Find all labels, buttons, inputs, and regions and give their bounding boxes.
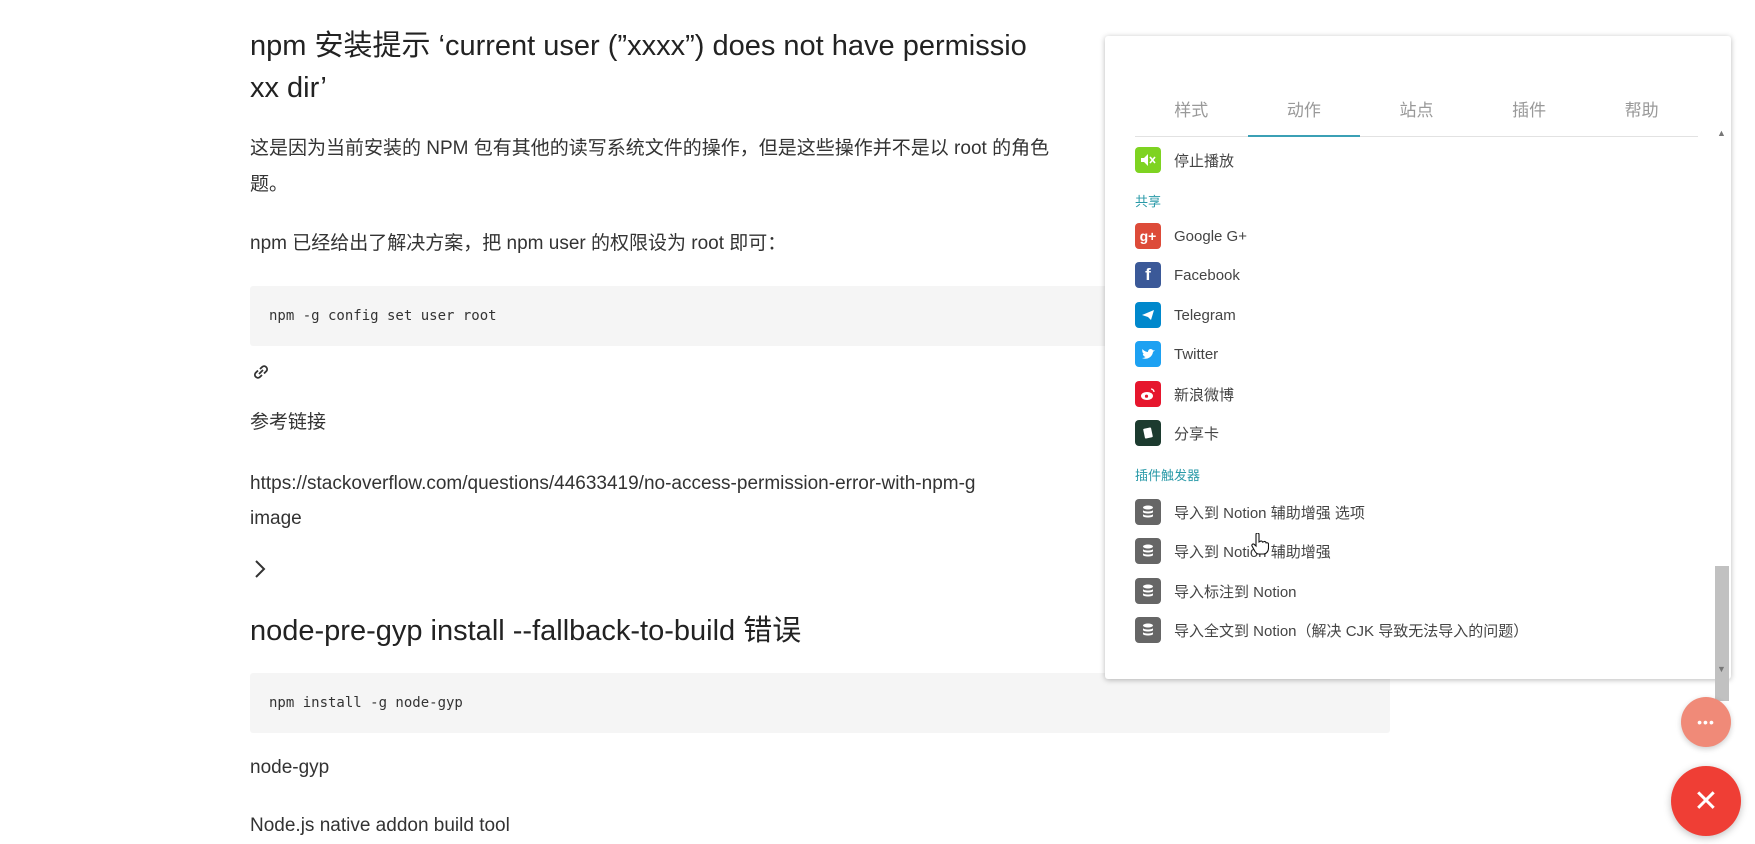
share-telegram[interactable]: Telegram [1135,301,1236,329]
image-caption: image [250,508,302,529]
reference-label: 参考链接 [250,412,327,433]
plugin-notion-annotations[interactable]: 导入标注到 Notion [1135,577,1297,605]
share-weibo[interactable]: 新浪微博 [1135,380,1234,408]
database-icon [1135,499,1161,525]
plugin-notion-options[interactable]: 导入到 Notion 辅助增强 选项 [1135,498,1365,526]
mute-icon [1135,147,1161,173]
telegram-icon [1135,302,1161,328]
google-plus-icon: g+ [1135,223,1161,249]
share-item-label: Twitter [1174,345,1219,363]
tab-actions[interactable]: 动作 [1247,86,1361,137]
scrollbar-thumb[interactable] [1715,566,1729,701]
share-facebook[interactable]: f Facebook [1135,261,1240,289]
share-item-label: 分享卡 [1174,425,1220,443]
tab-sites[interactable]: 站点 [1360,86,1473,136]
tab-style[interactable]: 样式 [1135,86,1248,136]
close-icon: ✕ [1693,784,1719,818]
paragraph-explanation-cont: 题。 [250,174,289,195]
article-heading-npm-permission: npm 安装提示 ‘current user (”xxxx”) does not… [250,30,1027,62]
share-item-label: Google G+ [1174,227,1247,245]
plugin-item-label: 导入全文到 Notion（解决 CJK 导致无法导入的问题） [1174,622,1529,640]
section-plugin-trigger-title: 插件触发器 [1135,468,1201,483]
plugin-notion-enhanced[interactable]: 导入到 Notion 辅助增强 [1135,537,1331,565]
database-icon [1135,538,1161,564]
close-panel-button[interactable]: ✕ [1671,766,1741,836]
paragraph-explanation: 这是因为当前安装的 NPM 包有其他的读写系统文件的操作，但是这些操作并不是以 … [250,138,1050,159]
share-google-plus[interactable]: g+ Google G+ [1135,222,1247,250]
facebook-icon: f [1135,262,1161,288]
action-stop-play-label: 停止播放 [1174,152,1235,170]
tab-plugins[interactable]: 插件 [1473,86,1586,136]
share-item-label: Telegram [1174,306,1236,324]
paragraph-native-addon: Node.js native addon build tool [250,815,510,836]
plugin-item-label: 导入到 Notion 辅助增强 选项 [1174,504,1365,522]
weibo-icon [1135,381,1161,407]
scroll-down-arrow-icon[interactable]: ▼ [1717,664,1726,674]
panel-tabs: 样式 动作 站点 插件 帮助 [1135,86,1698,137]
article-heading-npm-permission-cont: xx dir’ [250,72,327,104]
actions-panel: 样式 动作 站点 插件 帮助 停止播放 共享 g+ Google G+ f Fa… [1105,36,1731,701]
section-share-title: 共享 [1135,194,1162,209]
link-anchor-icon[interactable] [250,361,272,388]
share-card-icon [1135,420,1161,446]
twitter-icon [1135,341,1161,367]
share-item-label: 新浪微博 [1174,386,1235,404]
plugin-notion-fulltext[interactable]: 导入全文到 Notion（解决 CJK 导致无法导入的问题） [1135,616,1528,644]
paragraph-node-gyp: node-gyp [250,757,330,778]
share-twitter[interactable]: Twitter [1135,340,1218,368]
paragraph-solution: npm 已经给出了解决方案，把 npm user 的权限设为 root 即可： [250,233,787,254]
database-icon [1135,578,1161,604]
database-icon [1135,617,1161,643]
share-card[interactable]: 分享卡 [1135,419,1219,447]
reference-link[interactable]: https://stackoverflow.com/questions/4463… [250,466,975,502]
chevron-right-icon[interactable] [250,558,270,585]
more-options-button[interactable]: ••• [1681,697,1731,747]
panel-scrollbar[interactable]: ▲ ▼ [1715,128,1729,701]
article-heading-node-pre-gyp: node-pre-gyp install --fallback-to-build… [250,615,802,647]
plugin-item-label: 导入标注到 Notion [1174,583,1297,601]
hand-pointer-cursor-icon [1251,532,1270,560]
action-stop-play[interactable]: 停止播放 [1135,146,1234,174]
scroll-up-arrow-icon[interactable]: ▲ [1717,128,1726,138]
ellipsis-icon: ••• [1697,714,1715,730]
share-item-label: Facebook [1174,266,1240,284]
tab-help[interactable]: 帮助 [1585,86,1698,136]
code-block-install: npm install -g node-gyp [250,673,1390,733]
